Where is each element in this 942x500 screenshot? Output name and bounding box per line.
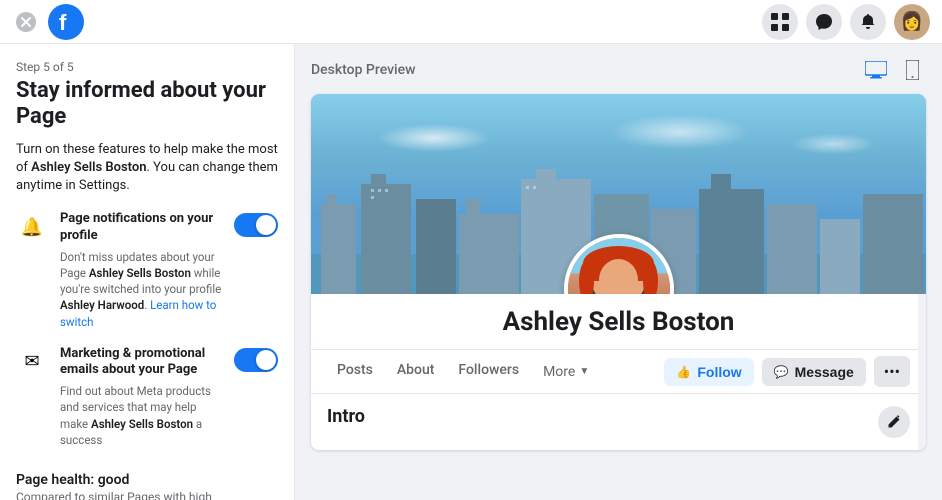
page-health-title: Page health: good — [16, 472, 278, 488]
preview-title: Desktop Preview — [311, 62, 416, 78]
fb-page-preview: Ashley Sells Boston Posts About Follower… — [311, 94, 926, 450]
follow-label: Follow — [697, 364, 741, 380]
intro-section: Intro — [311, 393, 926, 450]
nav-left: f — [12, 4, 84, 40]
notifications-toggle[interactable] — [234, 213, 278, 237]
more-label: More — [543, 364, 575, 380]
profile-picture-inner — [568, 238, 670, 294]
toggle-item-notifications-content: Page notifications on your profile Don't… — [60, 211, 222, 329]
notifications-icon-button[interactable] — [850, 4, 886, 40]
desktop-preview-icon[interactable] — [862, 56, 890, 84]
preview-device-icons — [862, 56, 926, 84]
chevron-down-icon: ▼ — [579, 366, 589, 377]
toggle-item-marketing-title: Marketing & promotional emails about you… — [60, 346, 222, 380]
page-navigation: Posts About Followers More ▼ 👍 Follow 💬 — [311, 349, 926, 393]
messenger-icon-button[interactable] — [806, 4, 842, 40]
toggle-item-marketing-content: Marketing & promotional emails about you… — [60, 346, 222, 448]
preview-header: Desktop Preview — [311, 56, 926, 84]
toggle-item-notifications: 🔔 Page notifications on your profile Don… — [16, 211, 278, 329]
svg-text:f: f — [59, 10, 67, 35]
nav-right: 👩 — [762, 4, 930, 40]
bell-icon: 🔔 — [16, 211, 48, 243]
right-panel: Desktop Preview — [295, 44, 942, 500]
profile-picture — [564, 234, 674, 294]
email-icon: ✉ — [16, 346, 48, 378]
intro-title: Intro — [327, 406, 365, 427]
apps-icon-button[interactable] — [762, 4, 798, 40]
toggle-item-notifications-title: Page notifications on your profile — [60, 211, 222, 245]
follow-button[interactable]: 👍 Follow — [664, 358, 753, 386]
tab-about[interactable]: About — [387, 350, 445, 393]
marketing-toggle[interactable] — [234, 348, 278, 372]
left-panel: Step 5 of 5 Stay informed about your Pag… — [0, 44, 295, 500]
panel-title: Stay informed about your Page — [16, 78, 278, 131]
page-name: Ashley Sells Boston — [503, 307, 735, 337]
page-health-section: Page health: good Compared to similar Pa… — [16, 472, 278, 500]
main-content: Step 5 of 5 Stay informed about your Pag… — [0, 44, 942, 500]
user-avatar[interactable]: 👩 — [894, 4, 930, 40]
nav-actions: 👍 Follow 💬 Message ••• — [664, 356, 910, 387]
tab-posts[interactable]: Posts — [327, 350, 383, 393]
page-health-subtitle: Compared to similar Pages with high enga… — [16, 490, 278, 500]
edit-intro-button[interactable] — [878, 406, 910, 438]
message-label: Message — [795, 364, 854, 380]
step-label: Step 5 of 5 — [16, 60, 278, 74]
message-button[interactable]: 💬 Message — [762, 358, 866, 386]
follow-icon: 👍 — [676, 365, 691, 379]
message-icon: 💬 — [774, 365, 789, 379]
top-navigation: f 👩 — [0, 0, 942, 44]
panel-description: Turn on these features to help make the … — [16, 141, 278, 196]
tab-followers[interactable]: Followers — [448, 350, 529, 393]
toggle-item-marketing-desc: Find out about Meta products and service… — [60, 383, 222, 447]
facebook-logo: f — [48, 4, 84, 40]
close-button[interactable] — [12, 8, 40, 36]
toggle-item-notifications-desc: Don't miss updates about your Page Ashle… — [60, 249, 222, 329]
toggle-item-marketing: ✉ Marketing & promotional emails about y… — [16, 346, 278, 448]
tab-more[interactable]: More ▼ — [533, 350, 599, 393]
more-actions-button[interactable]: ••• — [874, 356, 910, 387]
page-nav-tabs: Posts About Followers More ▼ — [327, 350, 599, 393]
mobile-preview-icon[interactable] — [898, 56, 926, 84]
